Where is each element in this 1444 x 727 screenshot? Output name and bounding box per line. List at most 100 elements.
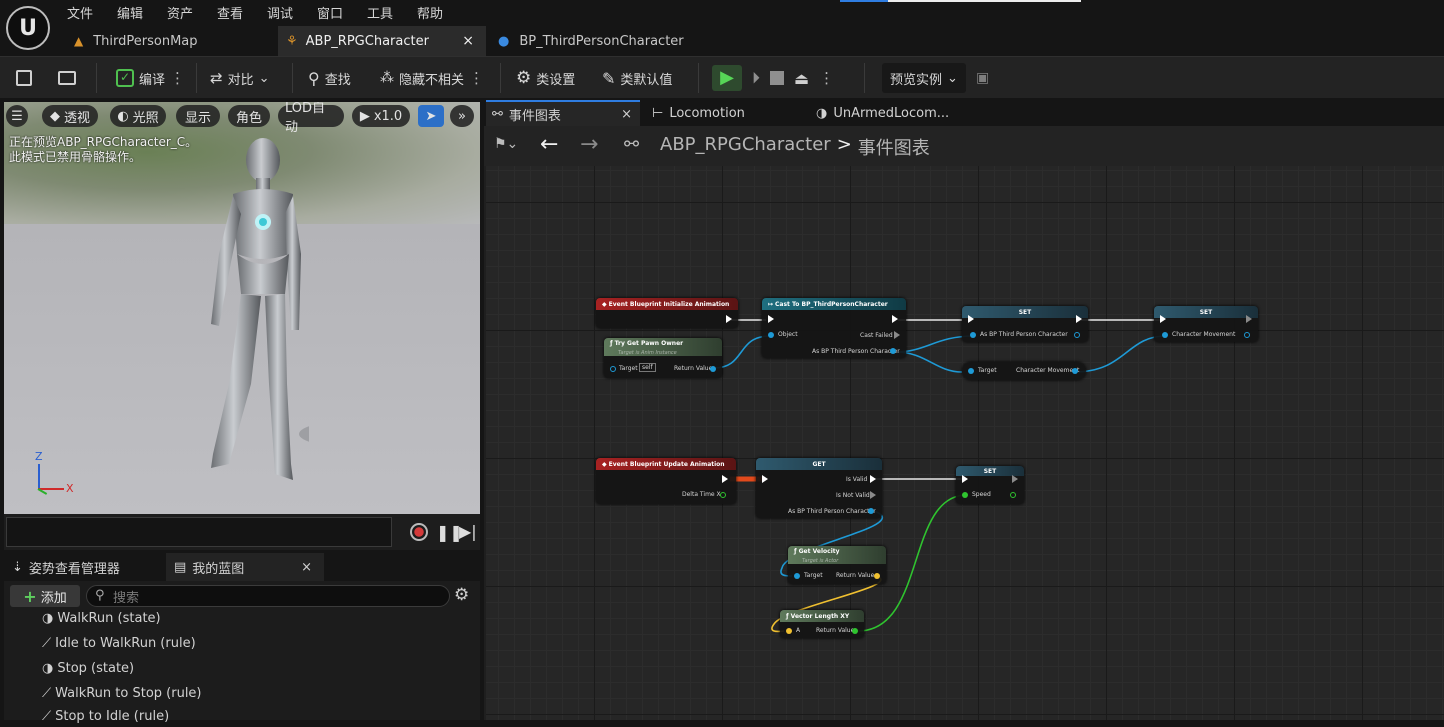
list-item[interactable]: ◑ WalkRun (state) — [42, 607, 161, 629]
scrub-timeline[interactable] — [6, 517, 392, 547]
step-icon[interactable]: ⏵ — [752, 68, 760, 88]
tab-event-graph[interactable]: ⚯ 事件图表 × — [486, 100, 640, 126]
list-item[interactable]: ⟋ WalkRun to Stop (rule) — [42, 682, 202, 704]
vector-pin[interactable] — [874, 573, 880, 579]
search-input[interactable]: ⚲ 搜索 — [86, 585, 450, 607]
get-character-movement-node[interactable]: Target Character Movement — [962, 362, 1086, 380]
cast-to-node[interactable]: ↦ Cast To BP_ThirdPersonCharacter Object … — [762, 298, 906, 358]
character-button[interactable]: 角色 — [228, 105, 270, 127]
exec-out-pin[interactable] — [722, 475, 728, 483]
event-initialize-node[interactable]: ◆ Event Blueprint Initialize Animation — [596, 298, 738, 328]
list-item[interactable]: ⟋ Idle to WalkRun (rule) — [42, 632, 196, 654]
exec-out-pin[interactable] — [1076, 315, 1082, 323]
debug-filter-button[interactable]: ▣ — [976, 57, 989, 99]
play-forward-icon[interactable]: ▶| — [459, 522, 477, 541]
preview-viewport[interactable]: ☰ ◆ 透视 ◐ 光照 显示 角色 LOD自动 ▶ x1.0 ➤ » 正在预览ABP_… — [4, 102, 480, 514]
menu-asset[interactable]: 资产 — [167, 3, 193, 22]
list-item[interactable]: ◑ Stop (state) — [42, 657, 134, 679]
forward-arrow-icon[interactable]: → — [580, 132, 598, 157]
object-pin[interactable] — [1162, 332, 1168, 338]
object-pin[interactable] — [868, 508, 874, 514]
play-icon[interactable]: ▶ — [712, 65, 742, 91]
lighting-button[interactable]: ◐ 光照 — [110, 105, 166, 127]
class-defaults-button[interactable]: ✎ 类默认值 — [602, 57, 672, 99]
show-button[interactable]: 显示 — [176, 105, 220, 127]
exec-in-pin[interactable] — [1160, 315, 1166, 323]
float-pin[interactable] — [1010, 492, 1016, 498]
object-pin[interactable] — [710, 366, 716, 372]
exec-out-pin[interactable] — [1246, 315, 1252, 323]
preview-instance-dropdown[interactable]: 预览实例 ⌄ — [882, 63, 966, 93]
diff-dropdown[interactable]: ⇄ 对比 ⌄ — [210, 57, 270, 99]
perspective-button[interactable]: ◆ 透视 — [42, 105, 98, 127]
object-pin[interactable] — [890, 348, 896, 354]
object-pin[interactable] — [794, 573, 800, 579]
list-item[interactable]: ⟋ Stop to Idle (rule) — [42, 705, 169, 727]
exec-out-pin[interactable] — [892, 315, 898, 323]
exec-out-pin[interactable] — [870, 475, 876, 483]
record-icon[interactable] — [410, 523, 428, 541]
set-speed-node[interactable]: SET Speed — [956, 466, 1024, 504]
object-pin[interactable] — [1072, 368, 1078, 374]
object-pin[interactable] — [1244, 332, 1250, 338]
browse-button[interactable] — [58, 57, 76, 99]
close-tab-icon[interactable]: × — [301, 560, 312, 575]
add-button[interactable]: + 添加 — [10, 585, 80, 607]
back-arrow-icon[interactable]: ← — [540, 132, 558, 157]
self-field[interactable]: self — [639, 363, 656, 372]
play-options-icon[interactable]: ⋮ — [819, 69, 834, 87]
exec-out-pin[interactable] — [726, 315, 732, 323]
eject-icon[interactable]: ⏏ — [794, 69, 809, 88]
exec-in-pin[interactable] — [962, 475, 968, 483]
viewport-overflow-button[interactable]: » — [450, 105, 474, 127]
set-character-movement-node[interactable]: SET Character Movement — [1154, 306, 1258, 342]
set-as-bp-node[interactable]: SET As BP Third Person Character — [962, 306, 1088, 342]
menu-help[interactable]: 帮助 — [417, 3, 443, 22]
menu-view[interactable]: 查看 — [217, 3, 243, 22]
tab-pose-watch-manager[interactable]: ⇣ 姿势查看管理器 — [4, 553, 164, 581]
viewport-menu-button[interactable]: ☰ — [6, 105, 28, 127]
exec-in-pin[interactable] — [968, 315, 974, 323]
exec-out-pin[interactable] — [894, 331, 900, 339]
tab-locomotion[interactable]: ⊢ Locomotion — [646, 100, 806, 126]
find-button[interactable]: ⚲ 查找 — [308, 57, 351, 99]
save-button[interactable] — [16, 57, 32, 99]
event-update-node[interactable]: ◆ Event Blueprint Update Animation Delta … — [596, 458, 736, 504]
tab-abp-rpgcharacter[interactable]: ⚘ ABP_RPGCharacter × — [278, 26, 486, 56]
gear-icon[interactable]: ⚙ — [454, 585, 469, 605]
menu-file[interactable]: 文件 — [67, 3, 93, 22]
close-tab-icon[interactable]: × — [621, 107, 632, 122]
compile-button[interactable]: ✓ 编译 ⋮ — [116, 57, 185, 99]
object-pin[interactable] — [1074, 332, 1080, 338]
hide-unrelated-button[interactable]: ⁂ 隐藏不相关 ⋮ — [380, 57, 484, 99]
tab-my-blueprint[interactable]: ▤ 我的蓝图 × — [166, 553, 324, 581]
tab-unarmed-locomotion[interactable]: ◑ UnArmedLocom... — [810, 100, 960, 126]
bookmark-icon[interactable]: ⚑⌄ — [494, 136, 518, 152]
class-settings-button[interactable]: ⚙ 类设置 — [516, 57, 575, 99]
try-get-pawn-owner-node[interactable]: ƒ Try Get Pawn Owner Target is Anim Insta… — [604, 338, 722, 378]
select-mode-button[interactable]: ➤ — [418, 105, 444, 127]
playback-speed-button[interactable]: ▶ x1.0 — [352, 105, 410, 127]
hide-options-icon[interactable]: ⋮ — [469, 69, 484, 87]
get-velocity-node[interactable]: ƒ Get Velocity Target is Actor Target Ret… — [788, 546, 886, 584]
vector-pin[interactable] — [786, 628, 792, 634]
exec-in-pin[interactable] — [768, 315, 774, 323]
stop-icon[interactable] — [770, 71, 785, 85]
object-pin[interactable] — [968, 368, 974, 374]
menu-window[interactable]: 窗口 — [317, 3, 343, 22]
menu-debug[interactable]: 调试 — [267, 3, 293, 22]
breadcrumb-root[interactable]: ABP_RPGCharacter — [660, 134, 831, 160]
tab-thirdpersonmap[interactable]: ▲ ThirdPersonMap — [66, 26, 274, 56]
menu-edit[interactable]: 编辑 — [117, 3, 143, 22]
float-pin[interactable] — [962, 492, 968, 498]
float-pin[interactable] — [852, 628, 858, 634]
compile-options-icon[interactable]: ⋮ — [170, 69, 185, 87]
tab-bp-thirdpersoncharacter[interactable]: ● BP_ThirdPersonCharacter — [490, 26, 710, 56]
menu-tools[interactable]: 工具 — [367, 3, 393, 22]
validated-get-node[interactable]: GET Is Valid Is Not Valid As BP Third Pe… — [756, 458, 882, 518]
unreal-logo-icon[interactable]: U — [6, 6, 50, 50]
float-pin[interactable] — [720, 492, 726, 498]
object-pin[interactable] — [768, 332, 774, 338]
lod-auto-button[interactable]: LOD自动 — [278, 102, 344, 135]
object-pin[interactable] — [610, 366, 616, 372]
